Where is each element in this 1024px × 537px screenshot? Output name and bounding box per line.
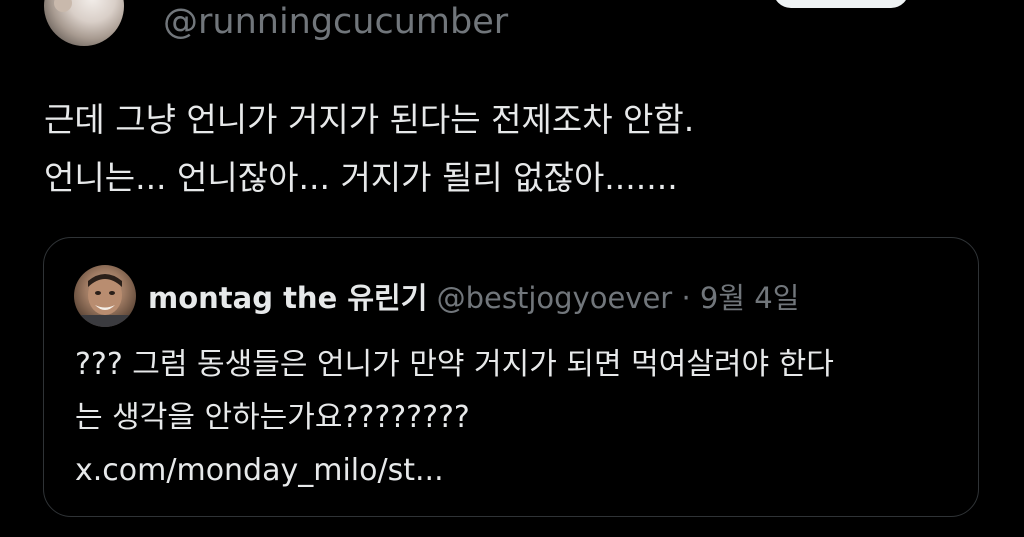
author-handle[interactable]: @runningcucumber xyxy=(163,2,508,42)
quoted-tweet-link[interactable]: x.com/monday_milo/st... xyxy=(75,444,955,497)
quoted-author-handle[interactable]: @bestjogyoever xyxy=(437,281,673,315)
quoted-tweet-line: 는 생각을 안하는가요???????? xyxy=(75,400,470,435)
quoted-author-name[interactable]: montag the 유린기 xyxy=(148,281,427,315)
quoted-tweet-date[interactable]: 9월 4일 xyxy=(700,281,799,315)
quoted-tweet-line: ??? 그럼 동생들은 언니가 만약 거지가 되면 먹여살려야 한다 xyxy=(75,347,834,382)
quoted-author-avatar[interactable] xyxy=(74,265,136,327)
tweet-line: 근데 그냥 언니가 거지가 된다는 전제조차 안함. xyxy=(44,100,695,139)
header-separator: · xyxy=(681,281,691,315)
quoted-tweet-card[interactable]: montag the 유린기 @bestjogyoever · 9월 4일 ??… xyxy=(43,237,979,517)
quoted-tweet-header: montag the 유린기 @bestjogyoever · 9월 4일 xyxy=(148,278,799,318)
avatar-bear-ear xyxy=(54,0,72,12)
face-photo-icon xyxy=(74,274,136,327)
quoted-tweet-text: ??? 그럼 동생들은 언니가 만약 거지가 되면 먹여살려야 한다 는 생각을… xyxy=(75,338,955,497)
tweet-line: 언니는... 언니잖아... 거지가 될리 없잖아....... xyxy=(44,158,678,197)
tweet-text: 근데 그냥 언니가 거지가 된다는 전제조차 안함. 언니는... 언니잖아..… xyxy=(44,91,984,207)
author-avatar[interactable] xyxy=(44,0,124,46)
follow-button[interactable] xyxy=(773,0,909,8)
